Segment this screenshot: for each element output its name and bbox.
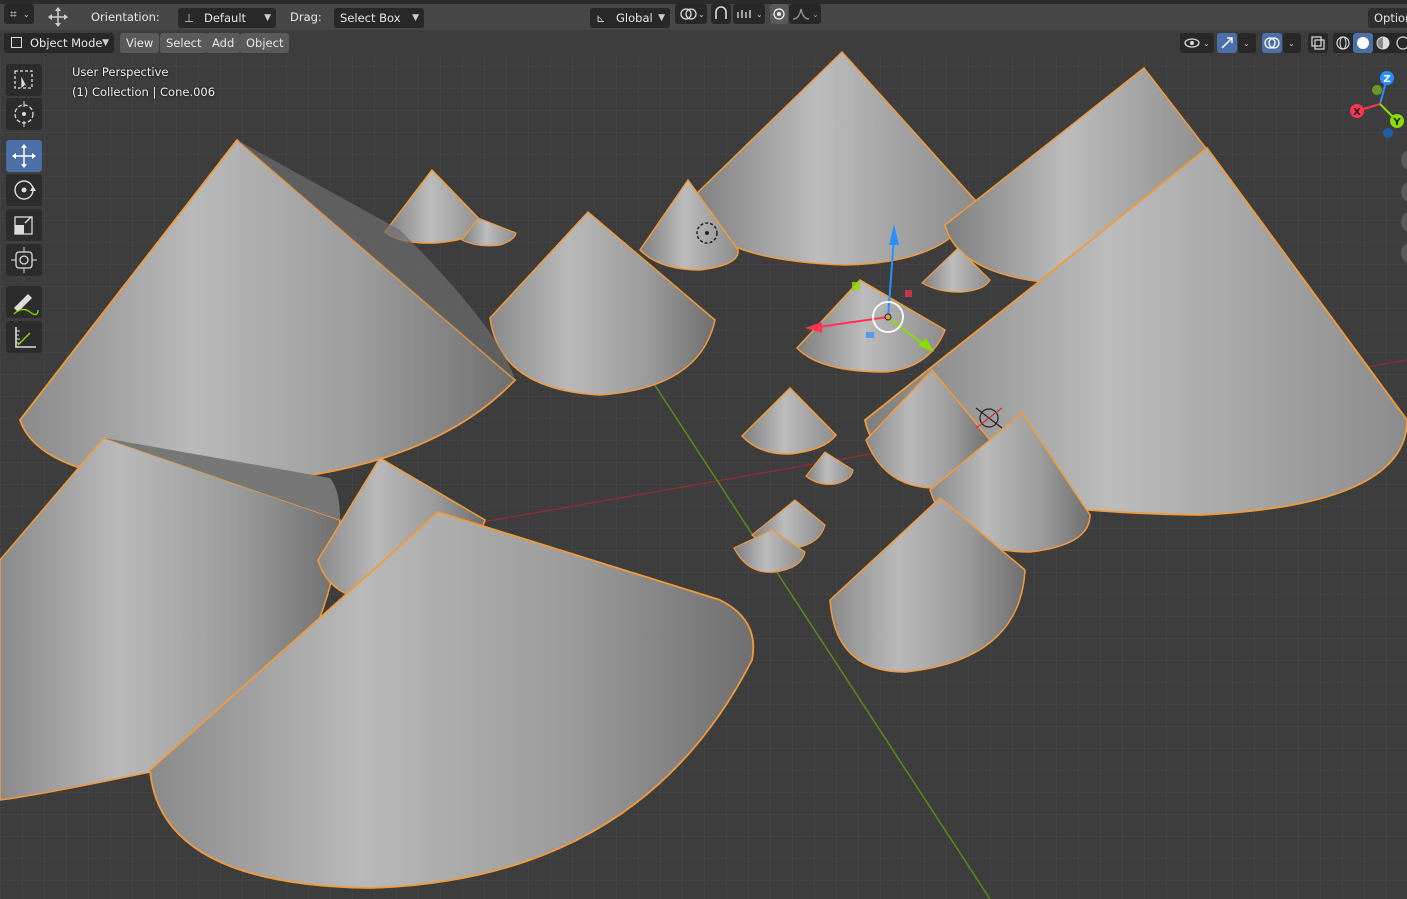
overlays-toggle-icon[interactable] <box>1262 33 1282 53</box>
shading-modes[interactable] <box>1333 33 1407 53</box>
menu-view[interactable]: View <box>120 33 160 53</box>
chevron-down-icon: ▼ <box>658 13 665 23</box>
options-dropdown[interactable]: Options <box>1368 8 1407 28</box>
orientation-dropdown[interactable]: ⊥ Default ▼ <box>178 8 276 28</box>
drag-label: Drag: <box>290 10 322 24</box>
object-mode-icon <box>11 37 22 48</box>
annotate-icon <box>13 294 39 316</box>
gizmo-y-label: Y <box>1392 117 1401 128</box>
rotate-icon <box>14 180 36 200</box>
menu-object[interactable]: Object <box>240 33 290 53</box>
move-tool-icon <box>44 6 72 28</box>
gizmo-z-label: Z <box>1383 74 1390 85</box>
tool-move[interactable] <box>6 140 42 172</box>
transform-icon <box>11 247 37 273</box>
view-perspective-label: User Perspective <box>72 65 169 79</box>
gizmo-toggle-icon[interactable] <box>1217 33 1237 53</box>
scale-icon <box>14 216 33 235</box>
snap-toggle-icon[interactable] <box>711 4 731 24</box>
pivot-point-button[interactable]: ⌄ <box>675 4 707 24</box>
object-mode-dropdown[interactable]: Object Mode ▼ <box>4 33 114 53</box>
transform-space-value: Global <box>616 11 653 25</box>
proportional-editing-icon[interactable] <box>770 4 788 24</box>
chevron-down-icon: ▼ <box>412 13 419 23</box>
svg-text:⌗: ⌗ <box>10 7 17 21</box>
chevron-down-icon: ▼ <box>102 38 109 48</box>
svg-text:⌄: ⌄ <box>698 10 705 19</box>
measure-icon <box>15 327 36 348</box>
move-icon <box>12 144 36 168</box>
drag-value: Select Box <box>340 11 401 25</box>
transform-orientation-dropdown[interactable]: ⊾ Global ▼ <box>590 8 670 28</box>
tool-measure[interactable] <box>6 321 42 353</box>
tool-rotate[interactable] <box>6 174 42 206</box>
tool-select-box[interactable] <box>6 64 42 96</box>
menu-add[interactable]: Add <box>206 33 241 53</box>
tool-settings-bar: ⌗ ⌄ Orientation: ⊥ Default ▼ Drag: Select… <box>0 0 1407 30</box>
material-shading-icon[interactable] <box>1376 36 1390 50</box>
svg-text:⌄: ⌄ <box>1243 39 1250 48</box>
snap-target-dropdown[interactable]: ⌄ <box>733 4 765 24</box>
tool-transform[interactable] <box>6 244 42 276</box>
active-object-label: (1) Collection | Cone.006 <box>72 85 216 99</box>
orientation-label: Orientation: <box>91 10 160 24</box>
chevron-down-icon: ▼ <box>264 13 271 23</box>
tool-scale[interactable] <box>6 209 42 241</box>
gizmo-dropdown[interactable]: ⌄ <box>1238 33 1256 53</box>
object-mode-label: Object Mode <box>30 36 103 50</box>
menu-select[interactable]: Select <box>160 33 208 53</box>
tool-annotate[interactable] <box>6 286 42 318</box>
svg-text:⌄: ⌄ <box>756 10 763 19</box>
cursor-icon <box>14 101 34 127</box>
orientation-icon: ⊥ <box>184 11 195 25</box>
svg-text:⌄: ⌄ <box>1288 39 1295 48</box>
options-label: Options <box>1374 11 1407 25</box>
svg-text:⌄: ⌄ <box>1203 39 1210 48</box>
select-box-icon <box>14 70 33 92</box>
rendered-shading-icon[interactable] <box>1396 36 1407 50</box>
xray-toggle-icon[interactable] <box>1308 33 1328 53</box>
falloff-dropdown[interactable]: ⌄ <box>789 4 821 24</box>
solid-shading-icon[interactable] <box>1357 37 1369 49</box>
gizmo-x-label: X <box>1353 107 1361 118</box>
orientation-value: Default <box>204 11 247 25</box>
axes-icon: ⊾ <box>596 11 606 25</box>
viewport-scene[interactable]: Z X Y <box>0 0 1407 899</box>
wireframe-shading-icon[interactable] <box>1336 36 1350 50</box>
visibility-dropdown[interactable]: ⌄ <box>1180 33 1214 53</box>
svg-text:⌄: ⌄ <box>23 10 30 19</box>
tool-cursor[interactable] <box>6 98 42 130</box>
overlays-dropdown[interactable]: ⌄ <box>1283 33 1301 53</box>
editor-type-button[interactable]: ⌗ ⌄ <box>4 4 34 24</box>
svg-text:⌄: ⌄ <box>812 10 819 19</box>
drag-dropdown[interactable]: Select Box ▼ <box>334 8 424 28</box>
